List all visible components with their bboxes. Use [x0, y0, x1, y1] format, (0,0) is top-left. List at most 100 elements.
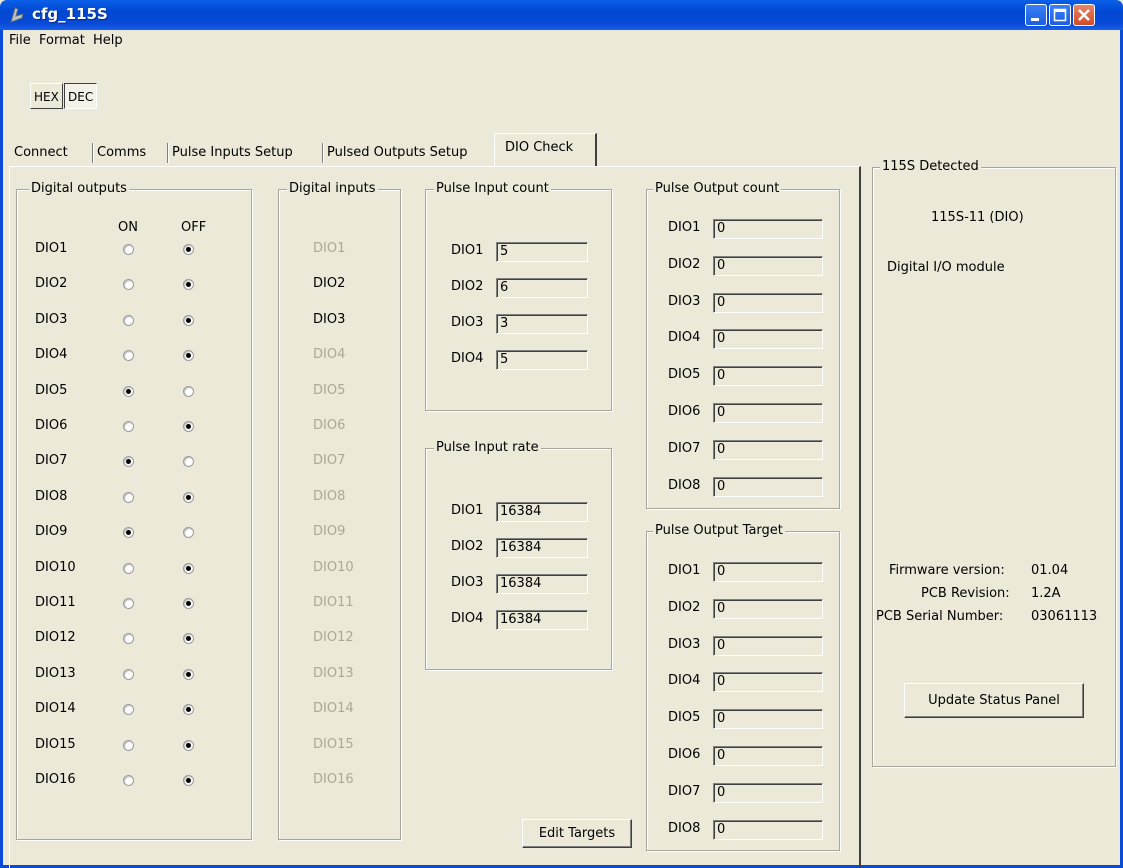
off-radio[interactable]	[183, 668, 194, 680]
tab-comms[interactable]: Comms	[97, 142, 146, 166]
on-radio[interactable]	[123, 562, 134, 574]
pulse-output-target-field[interactable]: 0	[713, 598, 823, 619]
off-radio[interactable]	[183, 385, 194, 397]
off-column-header: OFF	[181, 220, 207, 235]
digital-output-label: DIO7	[35, 453, 68, 469]
menu-file[interactable]: File	[9, 33, 31, 48]
pulse-output-count-field[interactable]: 0	[713, 439, 823, 460]
pulse-input-count-group	[425, 189, 612, 411]
radio-selected-dot	[186, 742, 191, 748]
pulse-output-target-label: DIO1	[668, 563, 701, 578]
on-radio[interactable]	[123, 491, 134, 503]
pulse-output-count-label: DIO1	[668, 220, 701, 235]
digital-output-label: DIO14	[35, 701, 76, 717]
pulse-output-count-field[interactable]: 0	[713, 329, 823, 350]
pulse-output-target-field[interactable]: 0	[713, 635, 823, 656]
digital-output-label: DIO10	[35, 559, 76, 575]
pulse-output-target-field[interactable]: 0	[713, 562, 823, 582]
tab-pulse-inputs-setup[interactable]: Pulse Inputs Setup	[172, 142, 293, 166]
firmware-label: Firmware version:	[889, 563, 1005, 578]
tab-pulsed-outputs-setup[interactable]: Pulsed Outputs Setup	[327, 142, 468, 166]
pcb-revision-label: PCB Revision:	[921, 586, 1010, 601]
pulse-output-target-field[interactable]: 0	[713, 672, 823, 693]
pulse-output-target-field[interactable]: 0	[713, 746, 823, 766]
pulse-input-count-title: Pulse Input count	[434, 181, 551, 196]
on-radio[interactable]	[123, 775, 134, 786]
on-radio[interactable]	[123, 421, 134, 432]
maximize-button[interactable]	[1049, 4, 1071, 26]
pulse-output-count-field[interactable]: 0	[713, 366, 823, 387]
pulse-output-target-field[interactable]: 0	[713, 709, 823, 730]
off-radio[interactable]	[183, 244, 194, 255]
pulse-input-rate-field[interactable]: 16384	[496, 538, 588, 558]
digital-input-label: DIO16	[313, 772, 354, 787]
menu-help[interactable]: Help	[93, 33, 123, 48]
pulse-output-target-label: DIO2	[668, 599, 701, 615]
tab-connect[interactable]: Connect	[14, 142, 68, 166]
radio-selected-dot	[186, 494, 191, 500]
pulse-output-target-label: DIO3	[668, 636, 701, 652]
pulse-output-target-field[interactable]: 0	[713, 819, 823, 840]
on-radio[interactable]	[123, 244, 134, 255]
tab-divider	[92, 143, 94, 163]
digital-output-label: DIO15	[35, 736, 76, 752]
minimize-button[interactable]	[1025, 4, 1047, 26]
pulse-input-rate-label: DIO3	[451, 575, 484, 590]
title-bar[interactable]: cfg_115S	[0, 0, 1123, 30]
pulse-input-rate-field[interactable]: 16384	[496, 610, 588, 630]
pulse-output-count-field[interactable]: 0	[713, 219, 823, 239]
tab-divider	[167, 143, 169, 163]
off-radio[interactable]	[183, 562, 194, 574]
pulse-input-count-field[interactable]: 6	[496, 278, 588, 298]
digital-input-label: DIO1	[313, 241, 346, 256]
off-radio[interactable]	[183, 739, 194, 751]
off-radio[interactable]	[183, 491, 194, 503]
pulse-output-target-field[interactable]: 0	[713, 782, 823, 803]
radio-selected-dot	[186, 671, 191, 677]
hex-toggle-button[interactable]: HEX	[30, 83, 63, 109]
radio-selected-dot	[186, 424, 191, 429]
tab-dio-check[interactable]: DIO Check	[494, 133, 597, 167]
status-panel-group	[872, 167, 1116, 767]
pulse-output-target-label: DIO7	[668, 783, 701, 799]
pulse-output-count-field[interactable]: 0	[713, 255, 823, 276]
pulse-output-count-field[interactable]: 0	[713, 403, 823, 423]
status-panel-title: 115S Detected	[880, 159, 981, 174]
pulse-input-rate-field[interactable]: 16384	[496, 574, 588, 594]
on-radio[interactable]	[123, 314, 134, 326]
edit-targets-button[interactable]: Edit Targets	[522, 819, 632, 848]
digital-input-label: DIO11	[313, 595, 354, 610]
pulse-output-count-label: DIO5	[668, 367, 701, 383]
radio-selected-dot	[186, 317, 191, 323]
on-radio[interactable]	[123, 668, 134, 680]
pulse-input-count-field[interactable]: 5	[496, 350, 588, 370]
dec-toggle-button[interactable]: DEC	[64, 83, 98, 109]
menu-format[interactable]: Format	[39, 33, 85, 48]
radio-selected-dot	[186, 778, 191, 783]
pulse-input-count-field[interactable]: 3	[496, 314, 588, 334]
digital-input-label: DIO12	[313, 630, 354, 646]
off-radio[interactable]	[183, 421, 194, 432]
digital-output-label: DIO1	[35, 241, 68, 256]
close-button[interactable]	[1073, 4, 1095, 26]
pulse-input-count-field[interactable]: 5	[496, 242, 588, 262]
update-status-panel-button[interactable]: Update Status Panel	[904, 683, 1084, 718]
digital-output-label: DIO11	[35, 595, 76, 610]
window-title: cfg_115S	[32, 5, 108, 23]
on-radio[interactable]	[123, 598, 134, 609]
pulse-output-count-label: DIO8	[668, 477, 701, 493]
on-radio[interactable]	[123, 385, 134, 397]
on-radio[interactable]	[123, 739, 134, 751]
digital-input-label: DIO14	[313, 701, 354, 717]
off-radio[interactable]	[183, 775, 194, 786]
pulse-input-rate-field[interactable]: 16384	[496, 502, 588, 522]
pulse-input-count-label: DIO1	[451, 243, 484, 258]
digital-input-label: DIO6	[313, 418, 346, 433]
pulse-output-target-label: DIO4	[668, 673, 701, 689]
pulse-input-count-label: DIO3	[451, 315, 484, 330]
pulse-output-count-field[interactable]: 0	[713, 292, 823, 313]
pulse-output-count-field[interactable]: 0	[713, 476, 823, 497]
off-radio[interactable]	[183, 598, 194, 609]
off-radio[interactable]	[183, 314, 194, 326]
device-model: 115S-11 (DIO)	[931, 210, 1024, 225]
